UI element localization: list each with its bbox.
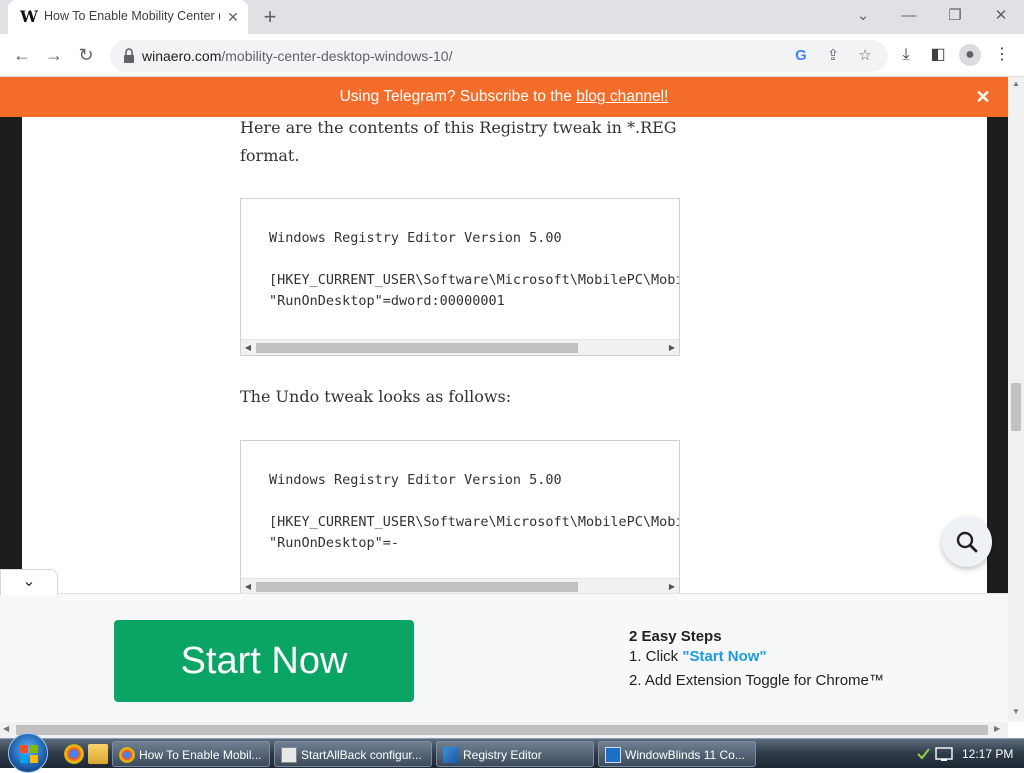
forward-button[interactable]: → bbox=[42, 43, 66, 67]
action-center-icon bbox=[917, 748, 930, 760]
download-icon[interactable]: ⤓ bbox=[895, 44, 917, 66]
scrollbar-thumb[interactable] bbox=[256, 343, 578, 353]
banner-text-prefix: Using Telegram? Subscribe to the bbox=[339, 88, 577, 105]
registry-editor-icon bbox=[443, 747, 459, 763]
lock-icon bbox=[124, 48, 134, 63]
taskbar-item-label: WindowBlinds 11 Co... bbox=[625, 748, 745, 762]
code-line: Windows Registry Editor Version 5.00 bbox=[269, 230, 562, 246]
system-tray[interactable] bbox=[916, 745, 956, 763]
bookmark-star-icon[interactable]: ☆ bbox=[855, 46, 875, 66]
url-text: winaero.com/mobility-center-desktop-wind… bbox=[142, 48, 452, 64]
code-line: Windows Registry Editor Version 5.00 bbox=[269, 472, 562, 488]
windows-logo-icon bbox=[20, 745, 38, 763]
page-right-gutter bbox=[987, 117, 1008, 593]
page-vertical-scrollbar[interactable]: ▲ ▼ bbox=[1008, 77, 1024, 722]
taskbar-item-label: StartAllBack configur... bbox=[301, 748, 422, 762]
network-icon bbox=[935, 747, 953, 760]
banner-close-icon[interactable]: ✕ bbox=[972, 86, 994, 108]
page-left-gutter bbox=[0, 117, 22, 593]
code-block-tweak: Windows Registry Editor Version 5.00 [HK… bbox=[240, 198, 680, 356]
scroll-left-arrow-icon[interactable]: ◀ bbox=[243, 581, 253, 593]
share-icon[interactable]: ⇪ bbox=[823, 46, 843, 66]
url-domain: winaero.com bbox=[142, 48, 222, 64]
tab-title: How To Enable Mobility Center ( bbox=[44, 9, 220, 23]
windowblinds-icon bbox=[605, 747, 621, 763]
search-button[interactable] bbox=[942, 517, 992, 567]
tab-close-icon[interactable]: ✕ bbox=[224, 8, 242, 26]
scroll-left-arrow-icon[interactable]: ◀ bbox=[3, 724, 9, 733]
taskbar-item-chrome[interactable]: How To Enable Mobil... bbox=[112, 741, 270, 767]
tab-strip: W How To Enable Mobility Center ( ✕ + ⌄ … bbox=[0, 0, 1024, 34]
minimize-button[interactable]: — bbox=[894, 4, 924, 28]
start-now-button[interactable]: Start Now bbox=[114, 620, 414, 702]
url-path: /mobility-center-desktop-windows-10/ bbox=[221, 48, 453, 64]
address-bar[interactable]: winaero.com/mobility-center-desktop-wind… bbox=[110, 40, 888, 72]
code-line: "RunOnDesktop"=dword:00000001 bbox=[269, 293, 505, 309]
file-explorer-icon[interactable] bbox=[88, 744, 108, 764]
intro-paragraph: Here are the contents of this Registry t… bbox=[240, 118, 677, 165]
ad-step-2: 2. Add Extension Toggle for Chrome™ bbox=[629, 672, 884, 689]
taskbar: How To Enable Mobil... StartAllBack conf… bbox=[0, 733, 1024, 773]
scroll-up-arrow-icon[interactable]: ▲ bbox=[1012, 79, 1020, 88]
code-line: "RunOnDesktop"=- bbox=[269, 535, 400, 551]
code-line: [HKEY_CURRENT_USER\Software\Microsoft\Mo… bbox=[269, 272, 680, 288]
scroll-down-arrow-icon[interactable]: ▼ bbox=[1012, 707, 1020, 716]
ad-step-1-highlight: "Start Now" bbox=[682, 648, 767, 665]
ad-step-1: 1. Click "Start Now" bbox=[629, 648, 767, 665]
telegram-banner: Using Telegram? Subscribe to the blog ch… bbox=[0, 77, 1008, 117]
ad-banner: Start Now 2 Easy Steps 1. Click "Start N… bbox=[0, 593, 1008, 722]
taskbar-item-windowblinds[interactable]: WindowBlinds 11 Co... bbox=[598, 741, 756, 767]
banner-link[interactable]: blog channel! bbox=[576, 88, 668, 105]
code-block-undo: Windows Registry Editor Version 5.00 [HK… bbox=[240, 440, 680, 593]
browser-tab[interactable]: W How To Enable Mobility Center ( ✕ bbox=[8, 0, 248, 34]
taskbar-item-startallback[interactable]: StartAllBack configur... bbox=[274, 741, 432, 767]
scroll-right-arrow-icon[interactable]: ▶ bbox=[994, 724, 1000, 733]
chrome-icon[interactable] bbox=[64, 744, 84, 764]
scroll-right-arrow-icon[interactable]: ▶ bbox=[667, 342, 677, 354]
page-horizontal-scrollbar[interactable]: ◀ ▶ bbox=[0, 722, 1008, 738]
taskbar-clock[interactable]: 12:17 PM bbox=[962, 747, 1013, 761]
tab-search-chevron-icon[interactable]: ⌄ bbox=[848, 4, 878, 28]
ad-collapse-chevron-icon[interactable]: ⌄ bbox=[0, 569, 58, 595]
taskbar-item-registry-editor[interactable]: Registry Editor bbox=[436, 741, 594, 767]
chrome-icon bbox=[119, 747, 135, 763]
ad-steps-title: 2 Easy Steps bbox=[629, 628, 722, 645]
undo-paragraph: The Undo tweak looks as follows: bbox=[240, 387, 512, 406]
banner-text: Using Telegram? Subscribe to the blog ch… bbox=[0, 88, 1008, 106]
scroll-left-arrow-icon[interactable]: ◀ bbox=[243, 342, 253, 354]
settings-window-icon bbox=[281, 747, 297, 763]
menu-kebab-icon[interactable]: ⋮ bbox=[991, 44, 1013, 66]
taskbar-item-label: How To Enable Mobil... bbox=[139, 748, 262, 762]
winaero-favicon-icon: W bbox=[20, 7, 38, 26]
taskbar-item-label: Registry Editor bbox=[463, 748, 542, 762]
code-horizontal-scrollbar[interactable]: ◀ ▶ bbox=[241, 339, 679, 355]
code-horizontal-scrollbar[interactable]: ◀ ▶ bbox=[241, 578, 679, 593]
side-panel-icon[interactable]: ◧ bbox=[927, 44, 949, 66]
vertical-scrollbar-thumb[interactable] bbox=[1011, 383, 1021, 431]
back-button[interactable]: ← bbox=[10, 43, 34, 67]
scrollbar-thumb[interactable] bbox=[256, 582, 578, 592]
ad-step-1-prefix: 1. Click bbox=[629, 648, 683, 665]
search-icon bbox=[956, 531, 978, 553]
horizontal-scrollbar-thumb[interactable] bbox=[16, 725, 988, 735]
restore-button[interactable]: ❐ bbox=[940, 4, 970, 28]
code-line: [HKEY_CURRENT_USER\Software\Microsoft\Mo… bbox=[269, 514, 680, 530]
google-lens-icon[interactable]: G bbox=[791, 46, 811, 66]
profile-avatar-icon[interactable]: ● bbox=[959, 44, 981, 66]
article-content: Here are the contents of this Registry t… bbox=[22, 117, 987, 593]
reload-button[interactable]: ↻ bbox=[74, 43, 98, 67]
start-button[interactable] bbox=[8, 733, 48, 773]
browser-toolbar: ← → ↻ winaero.com/mobility-center-deskto… bbox=[0, 34, 1024, 77]
scroll-right-arrow-icon[interactable]: ▶ bbox=[667, 581, 677, 593]
new-tab-button[interactable]: + bbox=[258, 5, 282, 29]
close-window-button[interactable]: ✕ bbox=[986, 4, 1016, 28]
